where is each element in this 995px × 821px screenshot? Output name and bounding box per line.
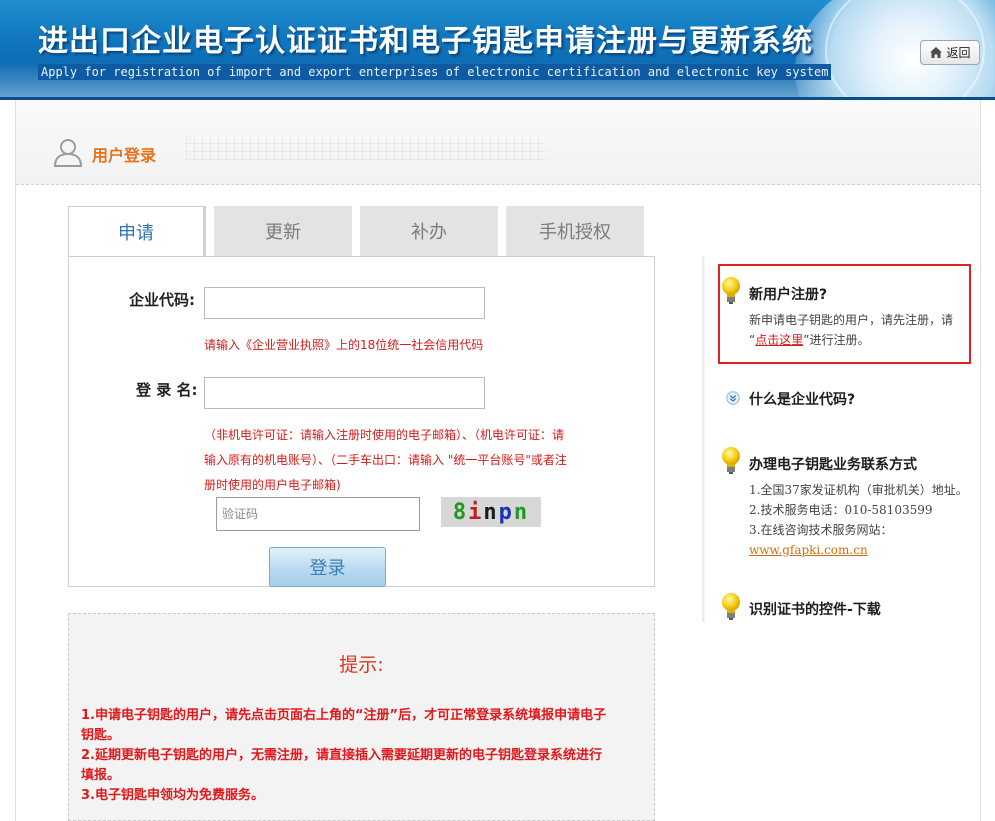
- lightbulb-icon: [720, 446, 742, 476]
- register-suffix: ”进行注册。: [803, 333, 870, 347]
- login-name-hint: （非机电许可证：请输入注册时使用的电子邮箱）、（机电许可证：请 输入原有的机电账…: [204, 423, 604, 498]
- captcha-char: p: [498, 499, 514, 525]
- new-user-text-line: 新申请电子钥匙的用户，请先注册，请: [749, 313, 954, 327]
- tip-line: 2.延期更新电子钥匙的用户，无需注册，请直接插入需要延期更新的电子钥匙登录系统进…: [81, 748, 602, 763]
- captcha-char: n: [513, 499, 530, 525]
- tip-line: 填报。: [81, 768, 121, 783]
- tips-text: 1.申请电子钥匙的用户，请先点击页面右上角的“注册”后，才可正常登录系统填报申请…: [81, 706, 641, 806]
- captcha-char: n: [483, 499, 499, 525]
- home-icon: [929, 46, 943, 59]
- control-download-link[interactable]: 识别证书的控件-下载: [749, 599, 881, 619]
- expand-icon[interactable]: [726, 390, 740, 405]
- company-code-label: 企业代码:: [129, 291, 195, 309]
- website-link[interactable]: www.gfapki.com.cn: [749, 540, 979, 560]
- login-name-input[interactable]: [204, 377, 485, 409]
- tip-line: 3.电子钥匙申领均为免费服务。: [81, 788, 264, 803]
- login-name-hint-line: （非机电许可证：请输入注册时使用的电子邮箱）、（机电许可证：请: [204, 428, 565, 442]
- new-user-text-line: “点击这里”进行注册。: [749, 330, 964, 350]
- tip-line: 1.申请电子钥匙的用户，请先点击页面右上角的“注册”后，才可正常登录系统填报申请…: [81, 708, 607, 723]
- new-user-text: 新申请电子钥匙的用户，请先注册，请 “点击这里”进行注册。: [749, 310, 964, 350]
- system-subtitle: Apply for registration of import and exp…: [38, 64, 832, 80]
- contact-title: 办理电子钥匙业务联系方式: [749, 457, 917, 473]
- tab-renew[interactable]: 更新: [214, 206, 352, 256]
- column-divider: [702, 256, 705, 622]
- new-user-title: 新用户注册?: [749, 287, 828, 303]
- login-header: 用户登录: [16, 100, 980, 185]
- register-link[interactable]: 点击这里: [755, 333, 803, 347]
- captcha-char: i: [468, 499, 484, 525]
- tab-mobile-auth[interactable]: 手机授权: [506, 206, 644, 256]
- tips-box: 提示: 1.申请电子钥匙的用户，请先点击页面右上角的“注册”后，才可正常登录系统…: [68, 613, 655, 821]
- what-is-company-code-link[interactable]: 什么是企业代码?: [749, 389, 855, 409]
- contact-line: 3.在线咨询技术服务网站：: [749, 523, 893, 537]
- contact-line: 1.全国37家发证机构（审批机关）地址。: [749, 483, 968, 497]
- captcha-image[interactable]: 8 i n p n: [441, 497, 541, 527]
- login-name-hint-line: 输入原有的机电账号）、（二手车出口：请输入 "统一平台账号"或者注: [204, 453, 567, 467]
- header-banner: 进出口企业电子认证证书和电子钥匙申请注册与更新系统 Apply for regi…: [0, 0, 995, 100]
- grid-decoration: [186, 136, 546, 162]
- tab-apply[interactable]: 申请: [68, 206, 206, 257]
- captcha-input[interactable]: 验证码: [216, 497, 420, 531]
- lightbulb-icon: [720, 592, 742, 622]
- company-code-input[interactable]: [204, 287, 485, 319]
- captcha-char: 8: [452, 499, 469, 525]
- login-name-hint-line: 册时使用的用户电子邮箱): [204, 478, 341, 492]
- login-name-label: 登 录 名:: [136, 381, 198, 399]
- back-button[interactable]: 返回: [920, 40, 980, 65]
- login-form: 企业代码: 请输入《企业营业执照》上的18位统一社会信用代码 登 录 名: （非…: [68, 256, 655, 587]
- contact-line: 2.技术服务电话：010-58103599: [749, 503, 933, 517]
- tab-reissue[interactable]: 补办: [360, 206, 498, 256]
- system-title: 进出口企业电子认证证书和电子钥匙申请注册与更新系统: [38, 24, 813, 59]
- company-code-hint: 请输入《企业营业执照》上的18位统一社会信用代码: [204, 338, 484, 352]
- main-panel: 用户登录 申请 更新 补办 手机授权 企业代码: 请输入《企业营业执照》上的18…: [15, 100, 981, 821]
- tip-line: 钥匙。: [81, 728, 121, 743]
- back-label: 返回: [946, 46, 971, 60]
- contact-info: 1.全国37家发证机构（审批机关）地址。 2.技术服务电话：010-581035…: [749, 480, 979, 560]
- tips-title: 提示:: [339, 654, 384, 676]
- lightbulb-icon: [720, 276, 742, 306]
- login-title: 用户登录: [92, 146, 157, 165]
- user-icon: [52, 136, 84, 168]
- login-button[interactable]: 登录: [269, 547, 386, 587]
